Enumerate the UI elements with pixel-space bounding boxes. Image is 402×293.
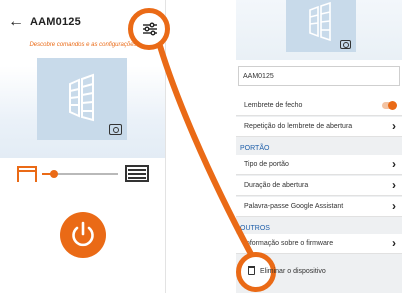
power-icon	[72, 221, 94, 247]
row-label: Informação sobre o firmware	[244, 240, 334, 247]
settings-button[interactable]	[128, 8, 170, 50]
camera-icon[interactable]	[109, 124, 122, 135]
opening-duration-row[interactable]: Duração de abertura ›	[236, 176, 402, 196]
closing-reminder-row[interactable]: Lembrete de fecho	[236, 96, 402, 116]
row-label: Repetição do lembrete de abertura	[244, 123, 353, 130]
chevron-right-icon: ›	[392, 157, 396, 171]
row-label: Tipo de portão	[244, 161, 289, 168]
slider-handle[interactable]	[50, 170, 58, 178]
arrow-left-icon[interactable]: ←	[8, 13, 24, 31]
row-label: Duração de abertura	[244, 182, 309, 189]
chevron-right-icon: ›	[392, 119, 396, 133]
row-label: Palavra-passe Google Assistant	[244, 203, 344, 210]
camera-icon[interactable]	[340, 40, 351, 49]
device-settings-screen: AAM0125 Lembrete de fecho Repetição do l…	[236, 0, 402, 293]
sliders-icon	[143, 22, 157, 36]
gate-open-icon[interactable]	[17, 166, 37, 182]
delete-device-row[interactable]: Eliminar o dispositivo	[236, 264, 402, 280]
section-header-portao: PORTÃO	[240, 145, 270, 152]
closing-reminder-toggle[interactable]	[382, 101, 397, 110]
google-assistant-passphrase-row[interactable]: Palavra-passe Google Assistant ›	[236, 197, 402, 217]
chevron-right-icon: ›	[392, 199, 396, 213]
chevron-right-icon: ›	[392, 178, 396, 192]
gate-preview-tile[interactable]	[37, 58, 127, 140]
power-button[interactable]	[60, 212, 106, 258]
gate-closed-icon[interactable]	[125, 165, 149, 182]
device-title: AAM0125	[30, 16, 81, 28]
reminder-repeat-row[interactable]: Repetição do lembrete de abertura ›	[236, 117, 402, 137]
section-header-outros: OUTROS	[240, 225, 270, 232]
gate-preview-tile[interactable]	[286, 0, 356, 52]
firmware-info-row[interactable]: Informação sobre o firmware ›	[236, 234, 402, 254]
row-label: Lembrete de fecho	[244, 102, 303, 109]
chevron-right-icon: ›	[392, 236, 396, 250]
trash-icon[interactable]	[248, 266, 255, 275]
screenshot-stage: ← AAM0125 Descobre comandos e as configu…	[0, 0, 402, 293]
device-name-field[interactable]: AAM0125	[238, 66, 400, 86]
gate-type-row[interactable]: Tipo de portão ›	[236, 155, 402, 175]
